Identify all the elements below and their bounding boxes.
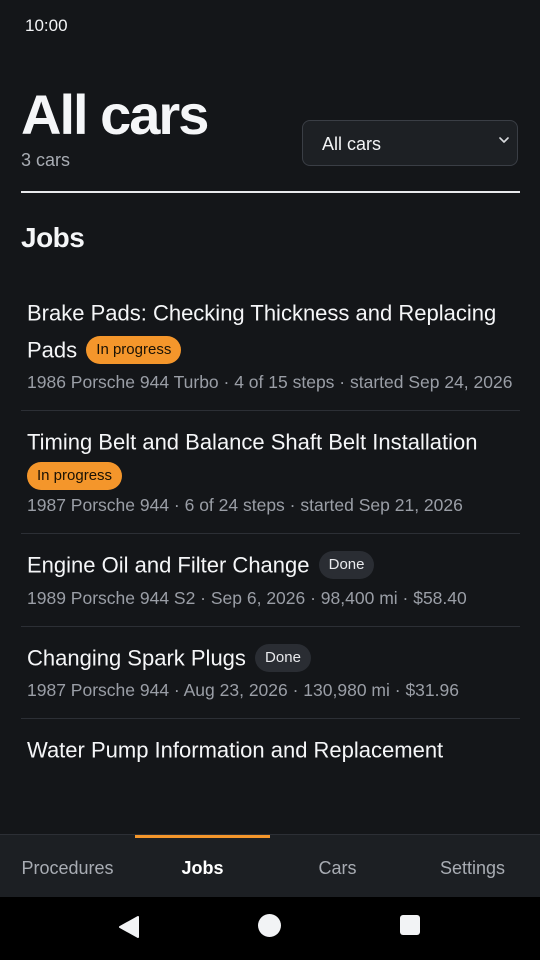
bottom-tab-bar: Procedures Jobs Cars Settings — [0, 834, 540, 898]
status-badge: In progress — [27, 462, 123, 491]
car-filter-select[interactable]: All cars — [302, 120, 518, 166]
app-screen: 10:00 All cars 3 cars All cars Jobs Brak… — [0, 0, 540, 960]
page-title: All cars — [21, 83, 209, 146]
car-filter-value: All cars — [322, 134, 382, 154]
job-title: Brake Pads: Checking Thickness and Repla… — [27, 294, 514, 367]
job-item[interactable]: Changing Spark Plugs Done 1987 Porsche 9… — [21, 627, 520, 720]
job-meta: 1989 Porsche 944 S2 · Sep 6, 2026 · 98,4… — [27, 587, 467, 608]
tab-label: Procedures — [21, 858, 114, 878]
job-title: Changing Spark Plugs Done — [27, 639, 514, 676]
job-meta: 1987 Porsche 944 · 6 of 24 steps · start… — [27, 495, 463, 516]
status-badge: Done — [318, 551, 375, 580]
job-list: Brake Pads: Checking Thickness and Repla… — [21, 282, 520, 834]
page-header: All cars 3 cars All cars — [21, 84, 520, 194]
job-title: Engine Oil and Filter Change Done — [27, 546, 514, 583]
job-item[interactable]: Brake Pads: Checking Thickness and Repla… — [21, 282, 520, 412]
tab-jobs[interactable]: Jobs — [135, 835, 270, 898]
home-circle-icon[interactable] — [258, 914, 281, 937]
status-badge: Done — [255, 643, 311, 672]
tab-label: Settings — [439, 858, 506, 878]
job-meta: 1986 Porsche 944 Turbo · 4 of 15 steps ·… — [27, 372, 513, 393]
section-title-jobs: Jobs — [21, 222, 85, 253]
tab-cars[interactable]: Cars — [270, 835, 405, 898]
job-title-text: Engine Oil and Filter Change — [27, 552, 310, 578]
status-badge: In progress — [86, 335, 182, 364]
job-item[interactable]: Water Pump Information and Replacement — [21, 719, 520, 768]
car-count: 3 cars — [21, 150, 71, 170]
job-status-row: In progress — [27, 462, 514, 491]
recents-square-icon[interactable] — [400, 915, 420, 935]
job-item[interactable]: Timing Belt and Balance Shaft Belt Insta… — [21, 411, 520, 535]
job-title: Timing Belt and Balance Shaft Belt Insta… — [27, 423, 514, 460]
chevron-down-icon — [499, 137, 509, 143]
tab-procedures[interactable]: Procedures — [0, 835, 135, 898]
status-time: 10:00 — [25, 16, 68, 35]
system-nav-bar — [0, 897, 540, 960]
tab-settings[interactable]: Settings — [405, 835, 540, 898]
tab-label: Jobs — [181, 858, 224, 878]
header-divider — [21, 191, 520, 193]
job-title-text: Changing Spark Plugs — [27, 645, 246, 671]
job-title-text: Timing Belt and Balance Shaft Belt Insta… — [27, 430, 478, 456]
tab-label: Cars — [318, 858, 357, 878]
job-title: Water Pump Information and Replacement — [27, 731, 514, 768]
active-tab-indicator — [135, 835, 270, 838]
back-triangle-icon[interactable] — [118, 915, 140, 939]
job-item[interactable]: Engine Oil and Filter Change Done 1989 P… — [21, 534, 520, 627]
job-title-text: Water Pump Information and Replacement — [27, 738, 444, 764]
job-meta: 1987 Porsche 944 · Aug 23, 2026 · 130,98… — [27, 680, 459, 701]
status-bar: 10:00 — [0, 0, 540, 52]
